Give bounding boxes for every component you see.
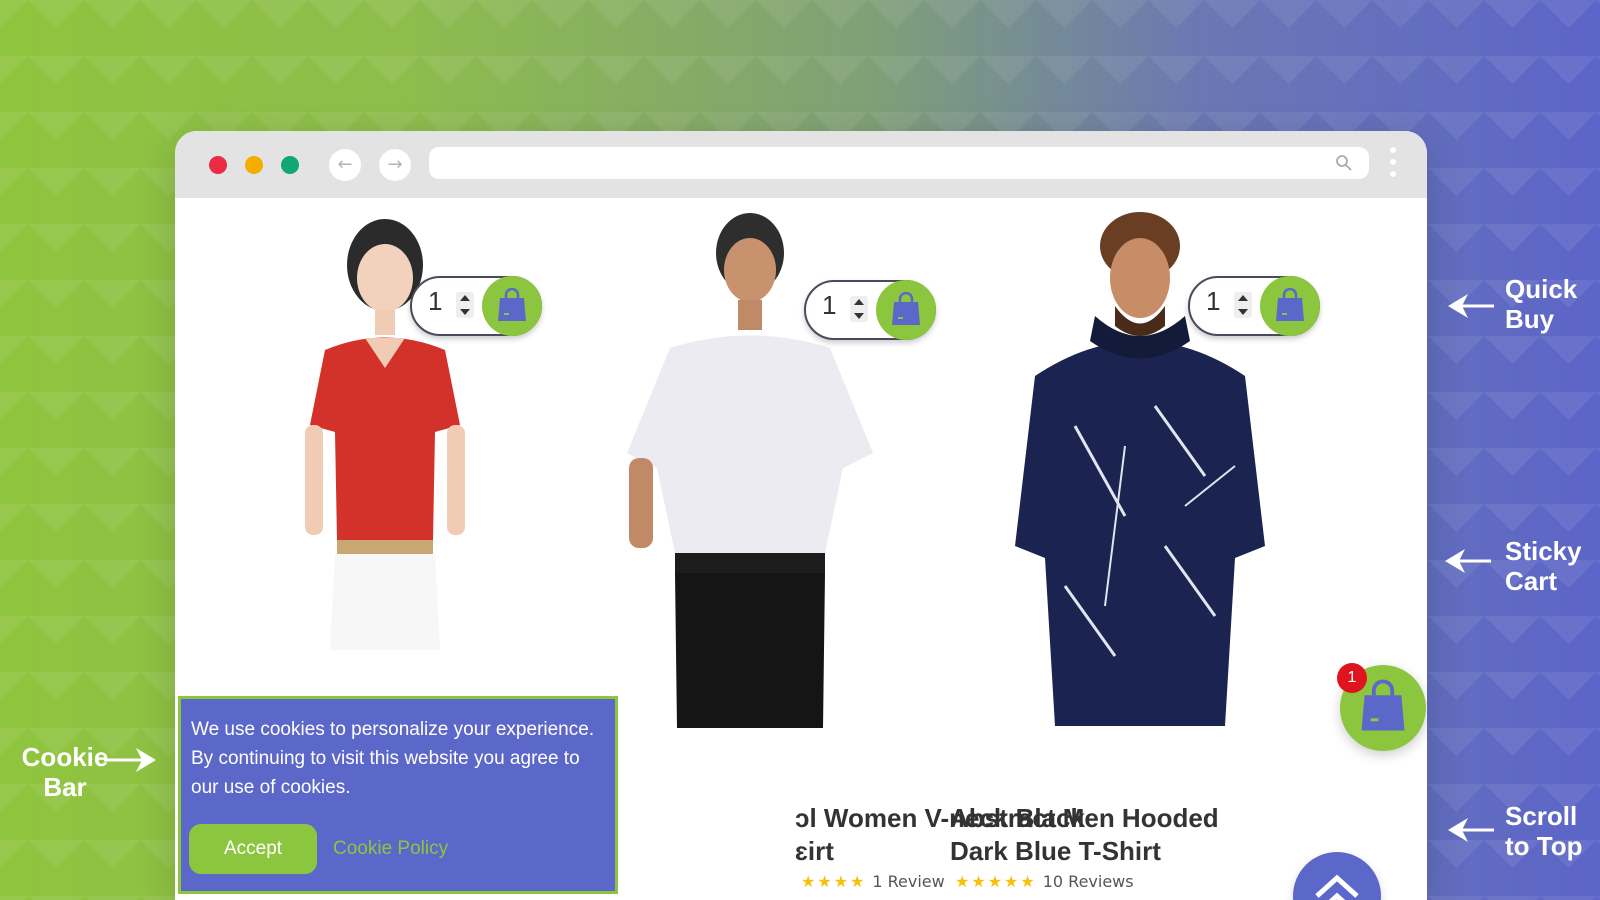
cookie-policy-link[interactable]: Cookie Policy: [333, 838, 448, 860]
product-title[interactable]: Abstract Men Hooded Dark Blue T-Shirt: [950, 802, 1270, 868]
product-card: 1 Abstract Men Hooded Dark Blue T-Shirt …: [950, 198, 1375, 898]
arrow-right-icon: [104, 748, 156, 772]
quantity-stepper[interactable]: [1234, 292, 1252, 318]
quantity-value[interactable]: 1: [428, 286, 442, 317]
quantity-value[interactable]: 1: [1206, 286, 1220, 317]
minimize-window-button[interactable]: [245, 156, 263, 174]
browser-toolbar: ← →: [175, 131, 1427, 198]
callout-scroll-to-top: Scroll to Top: [1505, 801, 1583, 861]
callout-sticky-cart: Sticky Cart: [1505, 536, 1582, 596]
search-icon[interactable]: [1335, 154, 1353, 172]
review-count[interactable]: 1 Review: [872, 872, 944, 891]
stepper-up-icon[interactable]: [1238, 295, 1248, 301]
stepper-up-icon[interactable]: [460, 295, 470, 301]
menu-kebab-icon[interactable]: [1389, 147, 1397, 183]
forward-button[interactable]: →: [379, 149, 411, 181]
quantity-stepper[interactable]: [850, 296, 868, 322]
product-card: 1 ɔl Women V-neck Black ɛirt ★★★★ 1 Revie…: [575, 198, 1085, 898]
stepper-down-icon[interactable]: [1238, 309, 1248, 315]
close-window-button[interactable]: [209, 156, 227, 174]
rating-stars: ★★★★★: [955, 872, 1037, 891]
shopping-bag-icon: [1361, 679, 1405, 731]
stepper-down-icon[interactable]: [854, 313, 864, 319]
shopping-bag-icon: [498, 288, 526, 321]
arrow-right-icon: →: [387, 154, 403, 175]
product-rating: ★★★★ 1 Review: [801, 872, 945, 891]
address-bar[interactable]: [429, 147, 1369, 179]
cookie-bar: We use cookies to personalize your exper…: [178, 696, 618, 894]
shopping-bag-icon: [1276, 288, 1304, 321]
arrow-left-icon: [1445, 549, 1491, 573]
add-to-cart-button[interactable]: [1260, 276, 1320, 336]
accept-cookies-button[interactable]: Accept: [189, 824, 317, 874]
review-count[interactable]: 10 Reviews: [1043, 872, 1134, 891]
arrow-left-icon: [1448, 818, 1494, 842]
arrow-left-icon: [1448, 294, 1494, 318]
stepper-down-icon[interactable]: [460, 309, 470, 315]
shopping-bag-icon: [892, 292, 920, 325]
arrow-left-icon: ←: [337, 154, 353, 175]
quick-buy-widget: 1: [804, 280, 936, 340]
quick-buy-widget: 1: [1188, 276, 1320, 336]
sticky-cart-button[interactable]: 1: [1337, 663, 1426, 751]
back-button[interactable]: ←: [329, 149, 361, 181]
callout-quick-buy: Quick Buy: [1505, 274, 1578, 334]
maximize-window-button[interactable]: [281, 156, 299, 174]
cart-count-badge: 1: [1337, 663, 1367, 693]
quick-buy-widget: 1: [410, 276, 542, 336]
add-to-cart-button[interactable]: [876, 280, 936, 340]
stepper-up-icon[interactable]: [854, 299, 864, 305]
rating-stars: ★★★★: [801, 872, 867, 891]
add-to-cart-button[interactable]: [482, 276, 542, 336]
double-chevron-up-icon: [1315, 874, 1359, 900]
quantity-stepper[interactable]: [456, 292, 474, 318]
quantity-value[interactable]: 1: [822, 290, 836, 321]
product-rating: ★★★★★ 10 Reviews: [955, 872, 1134, 891]
cookie-message: We use cookies to personalize your exper…: [191, 719, 595, 798]
